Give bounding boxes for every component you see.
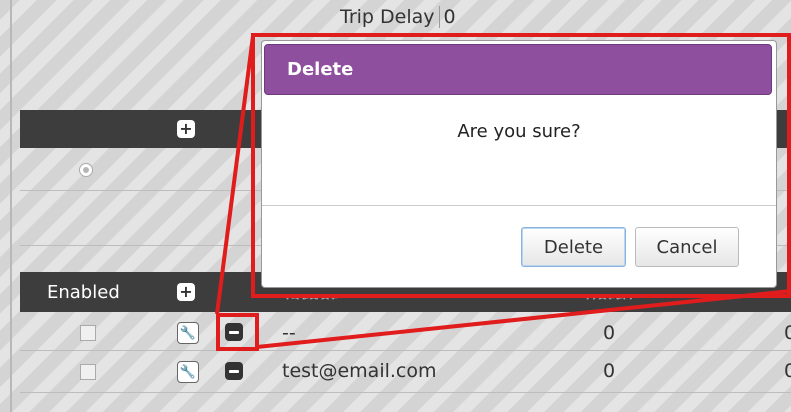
dialog-title: Delete [264, 44, 772, 95]
delete-icon-highlight [216, 313, 259, 351]
cancel-button[interactable]: Cancel [635, 227, 739, 267]
dialog-divider [262, 205, 776, 206]
delete-dialog: Delete Are you sure? Delete Cancel [261, 40, 777, 288]
dialog-message: Are you sure? [457, 121, 581, 142]
confirm-delete-button[interactable]: Delete [521, 227, 626, 267]
